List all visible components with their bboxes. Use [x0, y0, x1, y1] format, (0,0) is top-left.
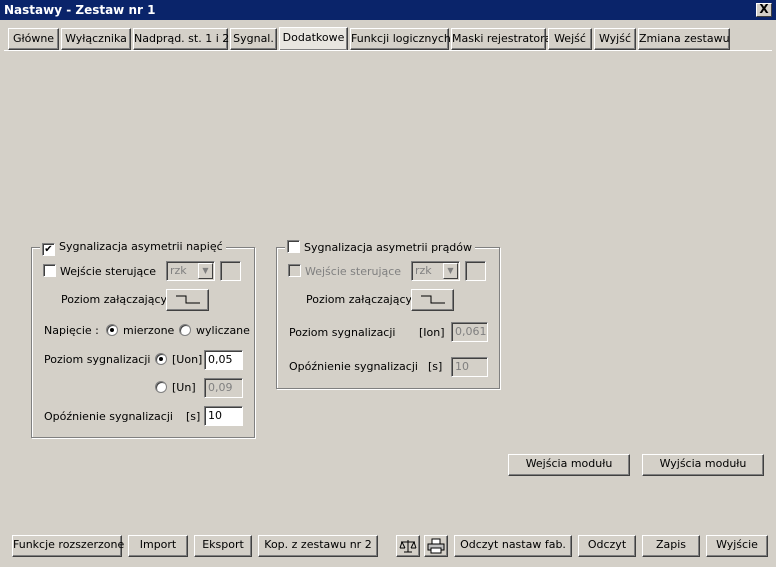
voltage-delay-label: Opóźnienie sygnalizacji	[44, 410, 173, 423]
tab-wyjsc[interactable]: Wyjść	[594, 28, 636, 50]
module-outputs-button[interactable]: Wyjścia modułu	[642, 454, 764, 476]
voltage-un-input: 0,09	[204, 378, 243, 398]
voltage-radio-un[interactable]: [Un]	[155, 381, 196, 395]
current-delay-input: 10	[451, 357, 488, 377]
current-ion-label: [Ion]	[419, 326, 445, 339]
printer-icon	[427, 538, 445, 554]
voltage-type-label: Napięcie :	[44, 324, 99, 337]
tab-funkcji-logicznych[interactable]: Funkcji logicznych	[350, 28, 451, 50]
voltage-control-input-toggle[interactable]: Wejście sterujące	[43, 264, 156, 279]
current-ion-input: 0,061	[451, 322, 488, 342]
tab-panel-edge	[4, 50, 772, 51]
current-asymmetry-title: Sygnalizacja asymetrii prądów	[304, 241, 473, 254]
tab-sygnal[interactable]: Sygnal.	[230, 28, 277, 50]
voltage-asymmetry-title: Sygnalizacja asymetrii napięć	[59, 240, 223, 253]
voltage-asymmetry-checkbox[interactable]: ✔	[42, 243, 55, 256]
voltage-radio-measured[interactable]: mierzone	[106, 324, 174, 338]
current-trigger-level-label: Poziom załączający	[306, 293, 413, 306]
export-button[interactable]: Eksport	[194, 535, 252, 557]
voltage-signal-level-label: Poziom sygnalizacji	[44, 353, 151, 366]
voltage-control-input-checkbox[interactable]	[43, 264, 56, 277]
balance-scale-icon	[399, 540, 417, 553]
read-factory-settings-button[interactable]: Odczyt nastaw fab.	[454, 535, 572, 557]
compare-button[interactable]	[396, 535, 420, 557]
tab-glowne[interactable]: Główne	[8, 28, 59, 50]
radio-measured-label: mierzone	[123, 324, 175, 337]
extended-functions-button[interactable]: Funkcje rozszerzone	[12, 535, 124, 557]
voltage-asymmetry-toggle[interactable]: ✔ Sygnalizacja asymetrii napięć	[40, 240, 226, 256]
radio-uon-label: [Uon]	[172, 353, 203, 366]
current-delay-label: Opóźnienie sygnalizacji	[289, 360, 418, 373]
save-button[interactable]: Zapis	[642, 535, 700, 557]
voltage-control-input-label: Wejście sterujące	[60, 265, 157, 278]
current-control-input-extra	[465, 261, 486, 281]
voltage-delay-input[interactable]: 10	[204, 406, 243, 426]
current-control-input-value: rzk	[415, 264, 432, 277]
tab-nadprad[interactable]: Nadprąd. st. 1 i 2	[133, 28, 229, 50]
current-control-input-checkbox	[288, 264, 301, 277]
current-control-input-label: Wejście sterujące	[305, 265, 402, 278]
tab-dodatkowe[interactable]: Dodatkowe	[279, 27, 348, 51]
tab-wylacznika[interactable]: Wyłącznika	[61, 28, 131, 50]
current-signal-level-label: Poziom sygnalizacji	[289, 326, 396, 339]
tab-maski-rejestratora[interactable]: Maski rejestratora	[451, 28, 551, 50]
voltage-trigger-level-label: Poziom załączający	[61, 293, 168, 306]
tab-wejsc[interactable]: Wejść	[548, 28, 592, 50]
voltage-uon-input[interactable]: 0,05	[204, 350, 243, 370]
radio-measured-indicator[interactable]	[106, 324, 118, 336]
window-title: Nastawy - Zestaw nr 1	[0, 0, 776, 20]
falling-edge-icon	[175, 295, 200, 304]
read-button[interactable]: Odczyt	[578, 535, 636, 557]
close-button[interactable]: X	[756, 3, 772, 17]
module-inputs-button[interactable]: Wejścia modułu	[508, 454, 630, 476]
current-control-input-toggle: Wejście sterujące	[288, 264, 401, 279]
radio-un-label: [Un]	[172, 381, 196, 394]
voltage-control-input-value: rzk	[170, 264, 187, 277]
current-trigger-level-button[interactable]	[411, 289, 454, 311]
print-button[interactable]	[424, 535, 448, 557]
voltage-trigger-level-button[interactable]	[166, 289, 209, 311]
radio-calculated-indicator[interactable]	[179, 324, 191, 336]
voltage-delay-unit: [s]	[186, 410, 201, 423]
radio-un-indicator[interactable]	[155, 381, 167, 393]
voltage-control-input-select[interactable]: rzk ▼	[166, 261, 215, 281]
current-control-input-select: rzk ▼	[411, 261, 460, 281]
current-asymmetry-checkbox[interactable]	[287, 240, 300, 253]
voltage-radio-uon[interactable]: [Uon]	[155, 353, 202, 367]
voltage-control-input-extra	[220, 261, 241, 281]
tab-zmiana-zestawu[interactable]: Zmiana zestawu	[638, 28, 730, 50]
current-delay-unit: [s]	[428, 360, 443, 373]
current-asymmetry-toggle[interactable]: Sygnalizacja asymetrii prądów	[285, 240, 476, 254]
exit-button[interactable]: Wyjście	[706, 535, 768, 557]
chevron-down-icon[interactable]: ▼	[198, 263, 213, 279]
copy-from-set-button[interactable]: Kop. z zestawu nr 2	[258, 535, 378, 557]
import-button[interactable]: Import	[128, 535, 188, 557]
chevron-down-icon: ▼	[443, 263, 458, 279]
falling-edge-icon	[420, 295, 445, 304]
voltage-radio-calculated[interactable]: wyliczane	[179, 324, 250, 338]
radio-uon-indicator[interactable]	[155, 353, 167, 365]
radio-calculated-label: wyliczane	[196, 324, 250, 337]
